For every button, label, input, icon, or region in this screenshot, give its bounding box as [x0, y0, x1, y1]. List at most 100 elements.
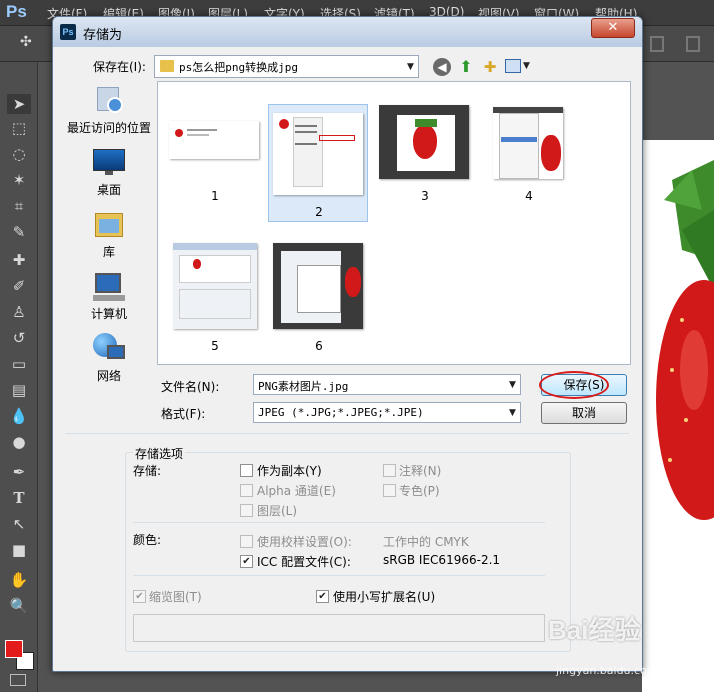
alpha-channels-checkbox[interactable] — [240, 484, 253, 497]
recent-places-icon — [93, 85, 125, 115]
lowercase-extension-label: 使用小写扩展名(U) — [333, 590, 436, 604]
eraser-tool-icon[interactable]: ▭ — [7, 354, 31, 374]
photoshop-toolbox: ➤ ⬚ ◌ ✶ ⌗ ✎ ✚ ✐ ♙ ↺ ▭ ▤ 💧 ● ✒ T ↖ ■ ✋ 🔍 — [0, 62, 38, 692]
photoshop-logo: Ps — [6, 2, 27, 21]
file-item-selected[interactable]: 2 — [268, 104, 368, 222]
document-canvas — [642, 140, 714, 692]
notes-checkbox[interactable] — [383, 464, 396, 477]
eyedropper-tool-icon[interactable]: ✎ — [7, 222, 31, 242]
dialog-title: 存储为 — [83, 28, 123, 43]
file-item[interactable]: 1 — [164, 88, 264, 208]
cancel-button[interactable]: 取消 — [541, 402, 627, 424]
thumbnail-image — [379, 105, 469, 179]
crop-tool-icon[interactable]: ⌗ — [7, 196, 31, 216]
storage-label: 存储: — [133, 464, 162, 478]
hand-tool-icon[interactable]: ✋ — [7, 570, 31, 590]
up-folder-icon[interactable]: ⬆ — [457, 58, 475, 76]
filename-value: PNG素材图片.jpg — [258, 380, 349, 393]
layers-checkbox[interactable] — [240, 504, 253, 517]
pen-tool-icon[interactable]: ✒ — [7, 462, 31, 482]
file-item[interactable]: 4 — [478, 88, 578, 208]
thumbnail-image — [169, 121, 259, 159]
network-icon — [93, 333, 125, 363]
distribute-icon[interactable] — [686, 36, 700, 52]
close-button[interactable]: ✕ — [591, 18, 635, 38]
baidu-watermark-url: jingyan.baidu.com — [556, 664, 658, 677]
alpha-channels-label: Alpha 通道(E) — [257, 484, 336, 498]
gradient-tool-icon[interactable]: ▤ — [7, 380, 31, 400]
as-copy-label: 作为副本(Y) — [257, 464, 322, 478]
format-value: JPEG (*.JPG;*.JPEG;*.JPE) — [258, 406, 424, 419]
file-list-view[interactable]: 1 2 3 4 5 6 — [157, 81, 631, 365]
computer-icon — [93, 271, 125, 301]
marquee-tool-icon[interactable]: ⬚ — [7, 118, 31, 138]
spot-colors-checkbox[interactable] — [383, 484, 396, 497]
back-icon[interactable]: ◀ — [433, 58, 451, 76]
filename-input[interactable]: PNG素材图片.jpg — [253, 374, 521, 395]
file-item[interactable]: 6 — [268, 238, 368, 358]
folder-icon — [160, 60, 174, 72]
libraries-icon — [93, 209, 125, 239]
zoom-tool-icon[interactable]: 🔍 — [7, 596, 31, 616]
file-name: 5 — [211, 339, 219, 353]
file-item[interactable]: 5 — [164, 238, 264, 358]
save-in-dropdown[interactable]: ps怎么把png转换成jpg ▼ — [154, 55, 419, 78]
blur-tool-icon[interactable]: 💧 — [7, 406, 31, 426]
thumbnail-label: 缩览图(T) — [149, 590, 202, 604]
place-desktop[interactable]: 桌面 — [65, 145, 153, 203]
proof-setup-value: 工作中的 CMYK — [383, 535, 469, 549]
brush-tool-icon[interactable]: ✐ — [7, 276, 31, 296]
icc-profile-label: ICC 配置文件(C): — [257, 555, 351, 569]
rectangle-tool-icon[interactable]: ■ — [7, 540, 31, 560]
place-libraries[interactable]: 库 — [65, 207, 153, 265]
magic-wand-tool-icon[interactable]: ✶ — [7, 170, 31, 190]
lasso-tool-icon[interactable]: ◌ — [7, 144, 31, 164]
history-brush-tool-icon[interactable]: ↺ — [7, 328, 31, 348]
icc-profile-value: sRGB IEC61966-2.1 — [383, 553, 501, 567]
options-divider — [133, 522, 545, 523]
lowercase-extension-checkbox[interactable]: ✔ — [316, 590, 329, 603]
baidu-watermark: Bai经验 — [548, 615, 641, 645]
highlight-circle — [539, 371, 609, 399]
format-dropdown[interactable]: JPEG (*.JPG;*.JPEG;*.JPE) — [253, 402, 521, 423]
dialog-titlebar[interactable]: Ps 存储为 ✕ — [53, 17, 642, 47]
divider — [65, 433, 629, 434]
align-icon[interactable] — [650, 36, 664, 52]
file-name: 4 — [525, 189, 533, 203]
save-in-value: ps怎么把png转换成jpg — [179, 61, 298, 74]
dodge-tool-icon[interactable]: ● — [7, 432, 31, 452]
move-tool-preset-icon[interactable]: ✣ — [20, 34, 32, 50]
healing-brush-tool-icon[interactable]: ✚ — [7, 250, 31, 270]
icc-profile-checkbox[interactable]: ✔ — [240, 555, 253, 568]
foreground-color-swatch[interactable] — [5, 640, 23, 658]
save-in-label: 保存在(I): — [93, 60, 146, 74]
proof-setup-checkbox[interactable] — [240, 535, 253, 548]
as-copy-checkbox[interactable] — [240, 464, 253, 477]
layers-label: 图层(L) — [257, 504, 298, 518]
view-menu-chevron-icon[interactable]: ▼ — [523, 61, 530, 71]
view-menu-icon[interactable] — [505, 59, 521, 73]
save-as-dialog: Ps 存储为 ✕ 保存在(I): ps怎么把png转换成jpg ▼ ◀ ⬆ ✚ … — [52, 16, 643, 672]
strawberry-image — [656, 160, 714, 520]
new-folder-icon[interactable]: ✚ — [481, 58, 499, 76]
thumbnail-checkbox[interactable]: ✔ — [133, 590, 146, 603]
thumbnail-image — [273, 113, 363, 195]
type-tool-icon[interactable]: T — [7, 488, 31, 508]
thumbnail-image — [273, 243, 363, 329]
file-name: 6 — [315, 339, 323, 353]
place-network[interactable]: 网络 — [65, 331, 153, 389]
filename-chevron-down-icon[interactable]: ▼ — [509, 380, 516, 390]
stamp-tool-icon[interactable]: ♙ — [7, 302, 31, 322]
spot-colors-label: 专色(P) — [399, 484, 440, 498]
place-computer[interactable]: 计算机 — [65, 269, 153, 327]
format-chevron-down-icon[interactable]: ▼ — [509, 408, 516, 418]
desktop-icon — [93, 147, 125, 177]
place-recent[interactable]: 最近访问的位置 — [65, 83, 153, 141]
move-tool-icon[interactable]: ➤ — [7, 94, 31, 114]
warning-message-area — [133, 614, 545, 642]
thumbnail-image — [173, 243, 257, 329]
color-label: 颜色: — [133, 533, 162, 547]
file-item[interactable]: 3 — [374, 88, 474, 208]
quick-mask-icon[interactable] — [10, 674, 26, 686]
path-selection-tool-icon[interactable]: ↖ — [7, 514, 31, 534]
